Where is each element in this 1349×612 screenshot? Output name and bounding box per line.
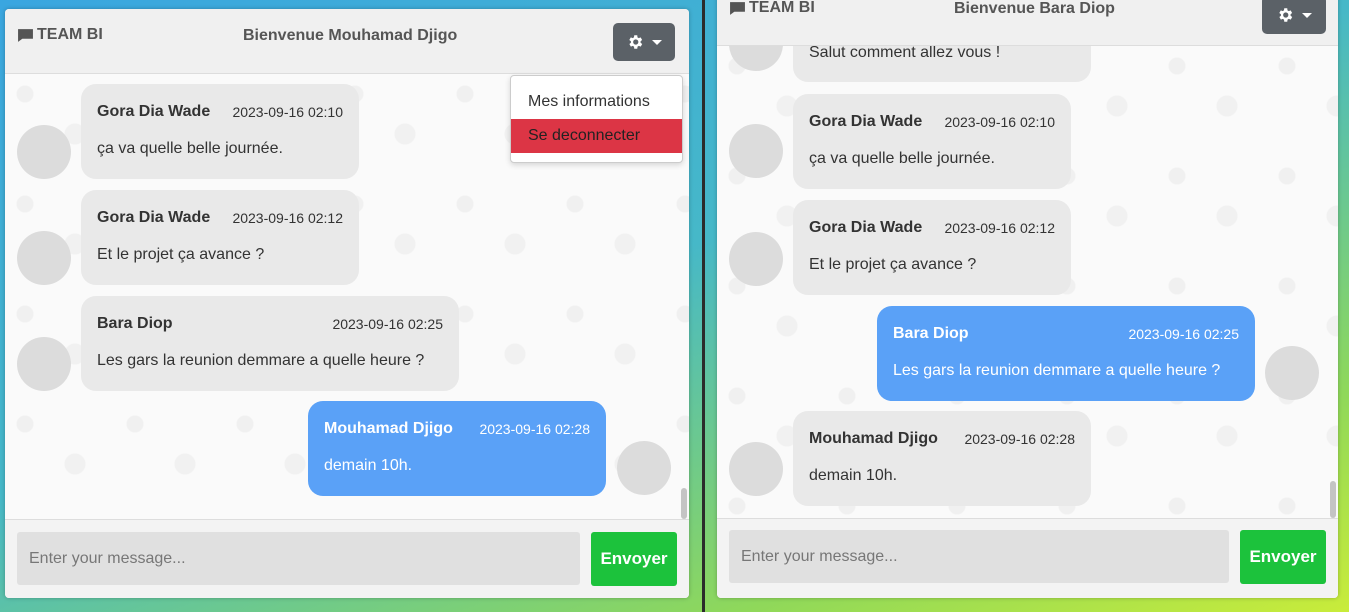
message-sender: Bara Diop [893, 325, 969, 342]
message-text: Les gars la reunion demmare a quelle heu… [893, 362, 1221, 379]
message-text: Les gars la reunion demmare a quelle heu… [97, 352, 425, 369]
avatar [729, 232, 783, 286]
message-sender: Mouhamad Djigo [324, 420, 453, 437]
message-text: demain 10h. [324, 457, 413, 474]
settings-button[interactable] [613, 23, 675, 61]
message-text: Salut comment allez vous ! [809, 46, 1001, 61]
settings-button[interactable] [1262, 0, 1326, 34]
chat-bubble-icon [730, 1, 745, 15]
message-composer: Envoyer [717, 518, 1338, 598]
message-sender: Mouhamad Djigo [809, 430, 938, 447]
send-button[interactable]: Envoyer [591, 532, 677, 586]
message-list[interactable]: Salut comment allez vous ! Gora Dia Wade… [717, 46, 1338, 518]
avatar [729, 46, 783, 71]
message-bubble-own: Mouhamad Djigo 2023-09-16 02:28 demain 1… [308, 401, 606, 496]
message-time: 2023-09-16 02:10 [944, 114, 1055, 130]
message-time: 2023-09-16 02:25 [1128, 326, 1239, 342]
message-time: 2023-09-16 02:28 [964, 431, 1075, 447]
message-bubble: Gora Dia Wade 2023-09-16 02:10 ça va que… [793, 94, 1071, 189]
message-sender: Gora Dia Wade [809, 113, 923, 130]
welcome-title: Bienvenue Bara Diop [954, 0, 1115, 17]
avatar [729, 124, 783, 178]
scrollbar[interactable] [1330, 481, 1336, 518]
message-bubble: Gora Dia Wade 2023-09-16 02:12 Et le pro… [793, 200, 1071, 295]
message-bubble: Mouhamad Djigo 2023-09-16 02:28 demain 1… [793, 411, 1091, 506]
message-sender: Gora Dia Wade [97, 103, 211, 120]
message-sender: Gora Dia Wade [809, 219, 923, 236]
message-time: 2023-09-16 02:10 [232, 104, 343, 120]
avatar [17, 231, 71, 285]
scrollbar[interactable] [681, 488, 687, 519]
avatar [1265, 346, 1319, 400]
message-bubble: Salut comment allez vous ! [793, 46, 1091, 82]
chat-window-right: TEAM BI Bienvenue Bara Diop Salut commen… [717, 0, 1338, 598]
chat-header: TEAM BI Bienvenue Mouhamad Djigo [5, 9, 689, 74]
message-input[interactable] [729, 530, 1229, 583]
brand-label: TEAM BI [749, 0, 815, 16]
gear-icon [1279, 8, 1293, 22]
message-time: 2023-09-16 02:25 [332, 316, 443, 332]
message-time: 2023-09-16 02:12 [232, 210, 343, 226]
menu-item-logout[interactable]: Se deconnecter [511, 119, 682, 153]
gear-icon [629, 35, 643, 49]
welcome-title: Bienvenue Mouhamad Djigo [243, 27, 458, 44]
message-time: 2023-09-16 02:12 [944, 220, 1055, 236]
message-text: Et le projet ça avance ? [809, 256, 977, 273]
chat-bubble-icon [18, 28, 33, 42]
message-sender: Gora Dia Wade [97, 209, 211, 226]
caret-down-icon [652, 39, 662, 45]
avatar [17, 337, 71, 391]
message-sender: Bara Diop [97, 315, 173, 332]
message-text: ça va quelle belle journée. [809, 150, 995, 167]
chat-header: TEAM BI Bienvenue Bara Diop [717, 0, 1338, 46]
avatar [729, 442, 783, 496]
caret-down-icon [1302, 12, 1312, 18]
message-bubble: Gora Dia Wade 2023-09-16 02:12 Et le pro… [81, 190, 359, 285]
message-bubble-own: Bara Diop 2023-09-16 02:25 Les gars la r… [877, 306, 1255, 401]
chat-window-left: TEAM BI Bienvenue Mouhamad Djigo Gora Di… [5, 9, 689, 598]
message-bubble: Gora Dia Wade 2023-09-16 02:10 ça va que… [81, 84, 359, 179]
message-text: Et le projet ça avance ? [97, 246, 265, 263]
message-text: ça va quelle belle journée. [97, 140, 283, 157]
window-divider [702, 0, 705, 612]
message-text: demain 10h. [809, 467, 898, 484]
send-button[interactable]: Envoyer [1240, 530, 1326, 584]
message-input[interactable] [17, 532, 580, 585]
brand-label: TEAM BI [37, 26, 103, 43]
menu-item-my-info[interactable]: Mes informations [511, 85, 682, 119]
avatar [17, 125, 71, 179]
avatar [617, 441, 671, 495]
brand: TEAM BI [17, 26, 103, 44]
brand: TEAM BI [729, 0, 815, 17]
settings-dropdown-menu: Mes informations Se deconnecter [510, 75, 683, 163]
message-composer: Envoyer [5, 519, 689, 598]
message-bubble: Bara Diop 2023-09-16 02:25 Les gars la r… [81, 296, 459, 391]
message-time: 2023-09-16 02:28 [479, 421, 590, 437]
